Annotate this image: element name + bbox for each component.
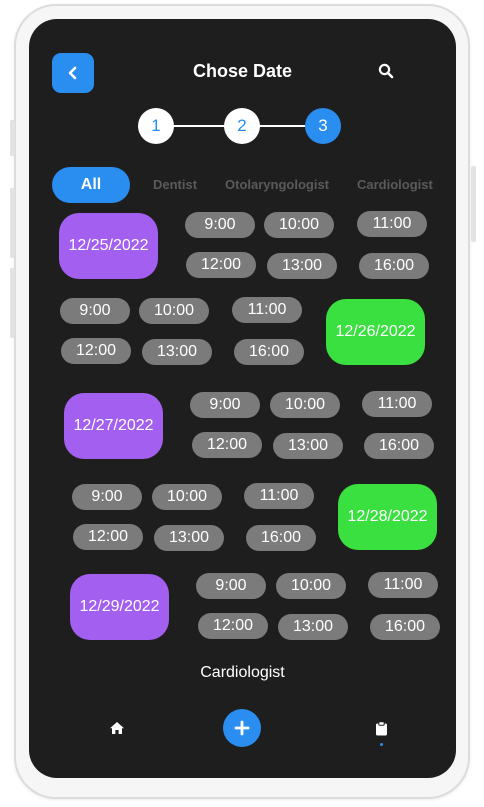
time-slot[interactable]: 13:00 [267,253,337,279]
step-3[interactable]: 3 [305,108,341,144]
date-card[interactable]: 12/27/2022 [64,393,163,459]
date-card[interactable]: 12/25/2022 [59,213,158,279]
phone-side-button [10,120,15,156]
time-slot[interactable]: 9:00 [190,392,260,418]
time-slot[interactable]: 13:00 [154,525,224,551]
nav-appointments-button[interactable] [375,721,388,741]
time-slot[interactable]: 13:00 [142,339,212,365]
phone-side-button [471,166,476,242]
nav-home-button[interactable] [109,721,125,740]
home-icon [110,722,124,734]
time-slot[interactable]: 13:00 [278,614,348,640]
time-slot[interactable]: 11:00 [244,483,314,509]
clipboard-icon [376,721,387,736]
tab-all[interactable]: All [52,167,130,203]
time-slot[interactable]: 9:00 [196,573,266,599]
time-slot[interactable]: 16:00 [246,525,316,551]
time-slot[interactable]: 12:00 [61,338,131,364]
tab-otolaryngologist[interactable]: Otolaryngologist [225,177,329,192]
tab-dentist[interactable]: Dentist [153,177,197,192]
time-slot[interactable]: 12:00 [192,432,262,458]
time-slot[interactable]: 12:00 [198,613,268,639]
active-tab-indicator [380,743,383,746]
time-slot[interactable]: 12:00 [186,252,256,278]
time-slot[interactable]: 11:00 [362,391,432,417]
stepper-connector [258,125,308,127]
add-button[interactable] [223,709,261,747]
time-slot[interactable]: 11:00 [368,572,438,598]
time-slot[interactable]: 10:00 [264,212,334,238]
app-screen: Chose Date 1 2 3 All Dentist Otolaryngol… [29,19,456,778]
time-slot[interactable]: 10:00 [270,392,340,418]
step-1[interactable]: 1 [138,108,174,144]
time-slot[interactable]: 10:00 [152,484,222,510]
time-slot[interactable]: 11:00 [357,211,427,237]
time-slot[interactable]: 10:00 [276,573,346,599]
date-card[interactable]: 12/26/2022 [326,299,425,365]
date-card[interactable]: 12/29/2022 [70,574,169,640]
time-slot[interactable]: 13:00 [273,433,343,459]
plus-icon [234,720,250,736]
phone-side-button [10,268,15,338]
stepper-connector [173,125,225,127]
time-slot[interactable]: 9:00 [185,212,255,238]
tab-cardiologist[interactable]: Cardiologist [357,177,433,192]
time-slot[interactable]: 12:00 [73,524,143,550]
time-slot[interactable]: 11:00 [232,297,302,323]
time-slot[interactable]: 16:00 [359,253,429,279]
time-slot[interactable]: 16:00 [364,433,434,459]
time-slot[interactable]: 16:00 [370,614,440,640]
time-slot[interactable]: 16:00 [234,339,304,365]
search-icon [378,63,394,79]
step-2[interactable]: 2 [224,108,260,144]
selected-specialty-label: Cardiologist [200,664,285,681]
date-card[interactable]: 12/28/2022 [338,484,437,550]
time-slot[interactable]: 9:00 [72,484,142,510]
search-button[interactable] [378,63,394,84]
phone-side-button [10,188,15,258]
time-slot[interactable]: 9:00 [60,298,130,324]
time-slot[interactable]: 10:00 [139,298,209,324]
